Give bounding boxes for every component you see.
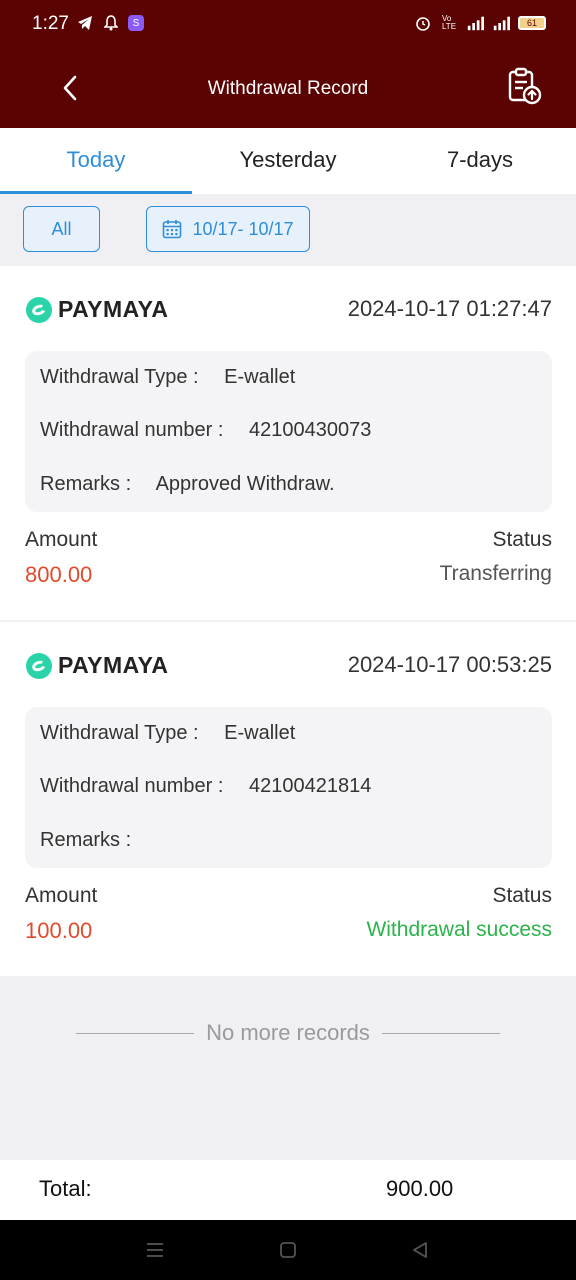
amount-value: 800.00 xyxy=(25,562,93,587)
tab-yesterday[interactable]: Yesterday xyxy=(192,128,384,194)
upload-record-button[interactable] xyxy=(504,66,544,106)
remarks-label: Remarks : xyxy=(40,473,132,495)
withdrawal-type-label: Withdrawal Type : xyxy=(40,722,199,744)
app-s-icon: S xyxy=(128,15,144,31)
amount-value: 100.00 xyxy=(25,918,93,943)
divider xyxy=(381,1032,500,1034)
page-title: Withdrawal Record xyxy=(207,78,369,99)
volte-icon: Vo LTE xyxy=(441,14,457,31)
provider-name: PAYMAYA xyxy=(58,652,169,678)
withdrawal-number-label: Withdrawal number : xyxy=(40,419,224,441)
withdrawal-number-row: Withdrawal number : 42100430073 xyxy=(40,419,371,442)
status-bar: 1:27 S Vo LTE 61 xyxy=(0,0,576,50)
system-back-button[interactable] xyxy=(408,1238,432,1262)
battery-icon: 61 xyxy=(518,16,546,30)
app-header: 1:27 S Vo LTE 61 Withdrawal Record xyxy=(0,0,576,128)
filter-all-button[interactable]: All xyxy=(23,206,100,252)
record-datetime: 2024-10-17 01:27:47 xyxy=(347,296,552,321)
no-more-records: No more records xyxy=(0,1000,576,1066)
filter-bar: All 10/17- 10/17 xyxy=(0,194,576,266)
status-value: Transferring xyxy=(439,562,552,585)
alarm-icon xyxy=(414,14,432,32)
withdrawal-type-label: Withdrawal Type : xyxy=(40,366,199,388)
withdrawal-number-value: 42100421814 xyxy=(248,775,372,797)
date-range-label: 10/17- 10/17 xyxy=(192,218,294,239)
total-bar: Total: 900.00 xyxy=(0,1160,576,1220)
date-tabs: Today Yesterday 7-days xyxy=(0,128,576,194)
status-value: Withdrawal success xyxy=(366,918,552,941)
tab-today[interactable]: Today xyxy=(0,128,192,194)
remarks-value: Approved Withdraw. xyxy=(155,473,335,495)
record-datetime: 2024-10-17 00:53:25 xyxy=(347,652,552,677)
divider xyxy=(76,1032,195,1034)
remarks-row: Remarks : Approved Withdraw. xyxy=(40,473,335,496)
withdrawal-number-row: Withdrawal number : 42100421814 xyxy=(40,775,371,798)
clipboard-upload-icon xyxy=(508,67,542,105)
withdrawal-type-row: Withdrawal Type : E-wallet xyxy=(40,722,295,745)
paymaya-logo-icon xyxy=(26,296,52,323)
status-label: Status xyxy=(492,528,552,551)
filter-all-label: All xyxy=(51,218,72,239)
triangle-back-icon xyxy=(413,1242,427,1258)
menu-icon xyxy=(147,1243,163,1257)
record-details: Withdrawal Type : E-wallet Withdrawal nu… xyxy=(25,351,552,512)
no-more-records-text: No more records xyxy=(206,1020,370,1045)
amount-label: Amount xyxy=(25,528,98,551)
4g-signal-icon xyxy=(466,14,484,32)
home-button[interactable] xyxy=(276,1238,300,1262)
withdrawal-record-card[interactable]: PAYMAYA 2024-10-17 01:27:47 Withdrawal T… xyxy=(0,266,576,620)
system-nav-bar xyxy=(0,1220,576,1280)
total-value: 900.00 xyxy=(386,1176,454,1201)
remarks-row: Remarks : xyxy=(40,829,151,852)
square-home-icon xyxy=(280,1242,296,1258)
withdrawal-number-label: Withdrawal number : xyxy=(40,775,224,797)
withdrawal-number-value: 42100430073 xyxy=(248,419,372,441)
provider: PAYMAYA xyxy=(26,296,168,323)
withdrawal-type-value: E-wallet xyxy=(224,366,296,388)
withdrawal-type-value: E-wallet xyxy=(224,722,296,744)
signal-icon xyxy=(492,14,510,32)
total-label: Total: xyxy=(39,1176,92,1201)
tab-7-days[interactable]: 7-days xyxy=(384,128,576,194)
withdrawal-record-card[interactable]: PAYMAYA 2024-10-17 00:53:25 Withdrawal T… xyxy=(0,622,576,976)
telegram-icon xyxy=(76,14,94,32)
amount-label: Amount xyxy=(25,884,98,907)
bell-icon xyxy=(102,14,120,32)
remarks-label: Remarks : xyxy=(40,829,132,851)
date-range-button[interactable]: 10/17- 10/17 xyxy=(146,206,310,252)
calendar-icon xyxy=(163,220,182,239)
paymaya-logo-icon xyxy=(26,652,52,679)
withdrawal-type-row: Withdrawal Type : E-wallet xyxy=(40,366,295,389)
provider: PAYMAYA xyxy=(26,652,168,679)
recent-apps-button[interactable] xyxy=(143,1238,167,1262)
record-details: Withdrawal Type : E-wallet Withdrawal nu… xyxy=(25,707,552,868)
provider-name: PAYMAYA xyxy=(58,296,169,322)
status-label: Status xyxy=(492,884,552,907)
status-time: 1:27 xyxy=(32,13,69,34)
